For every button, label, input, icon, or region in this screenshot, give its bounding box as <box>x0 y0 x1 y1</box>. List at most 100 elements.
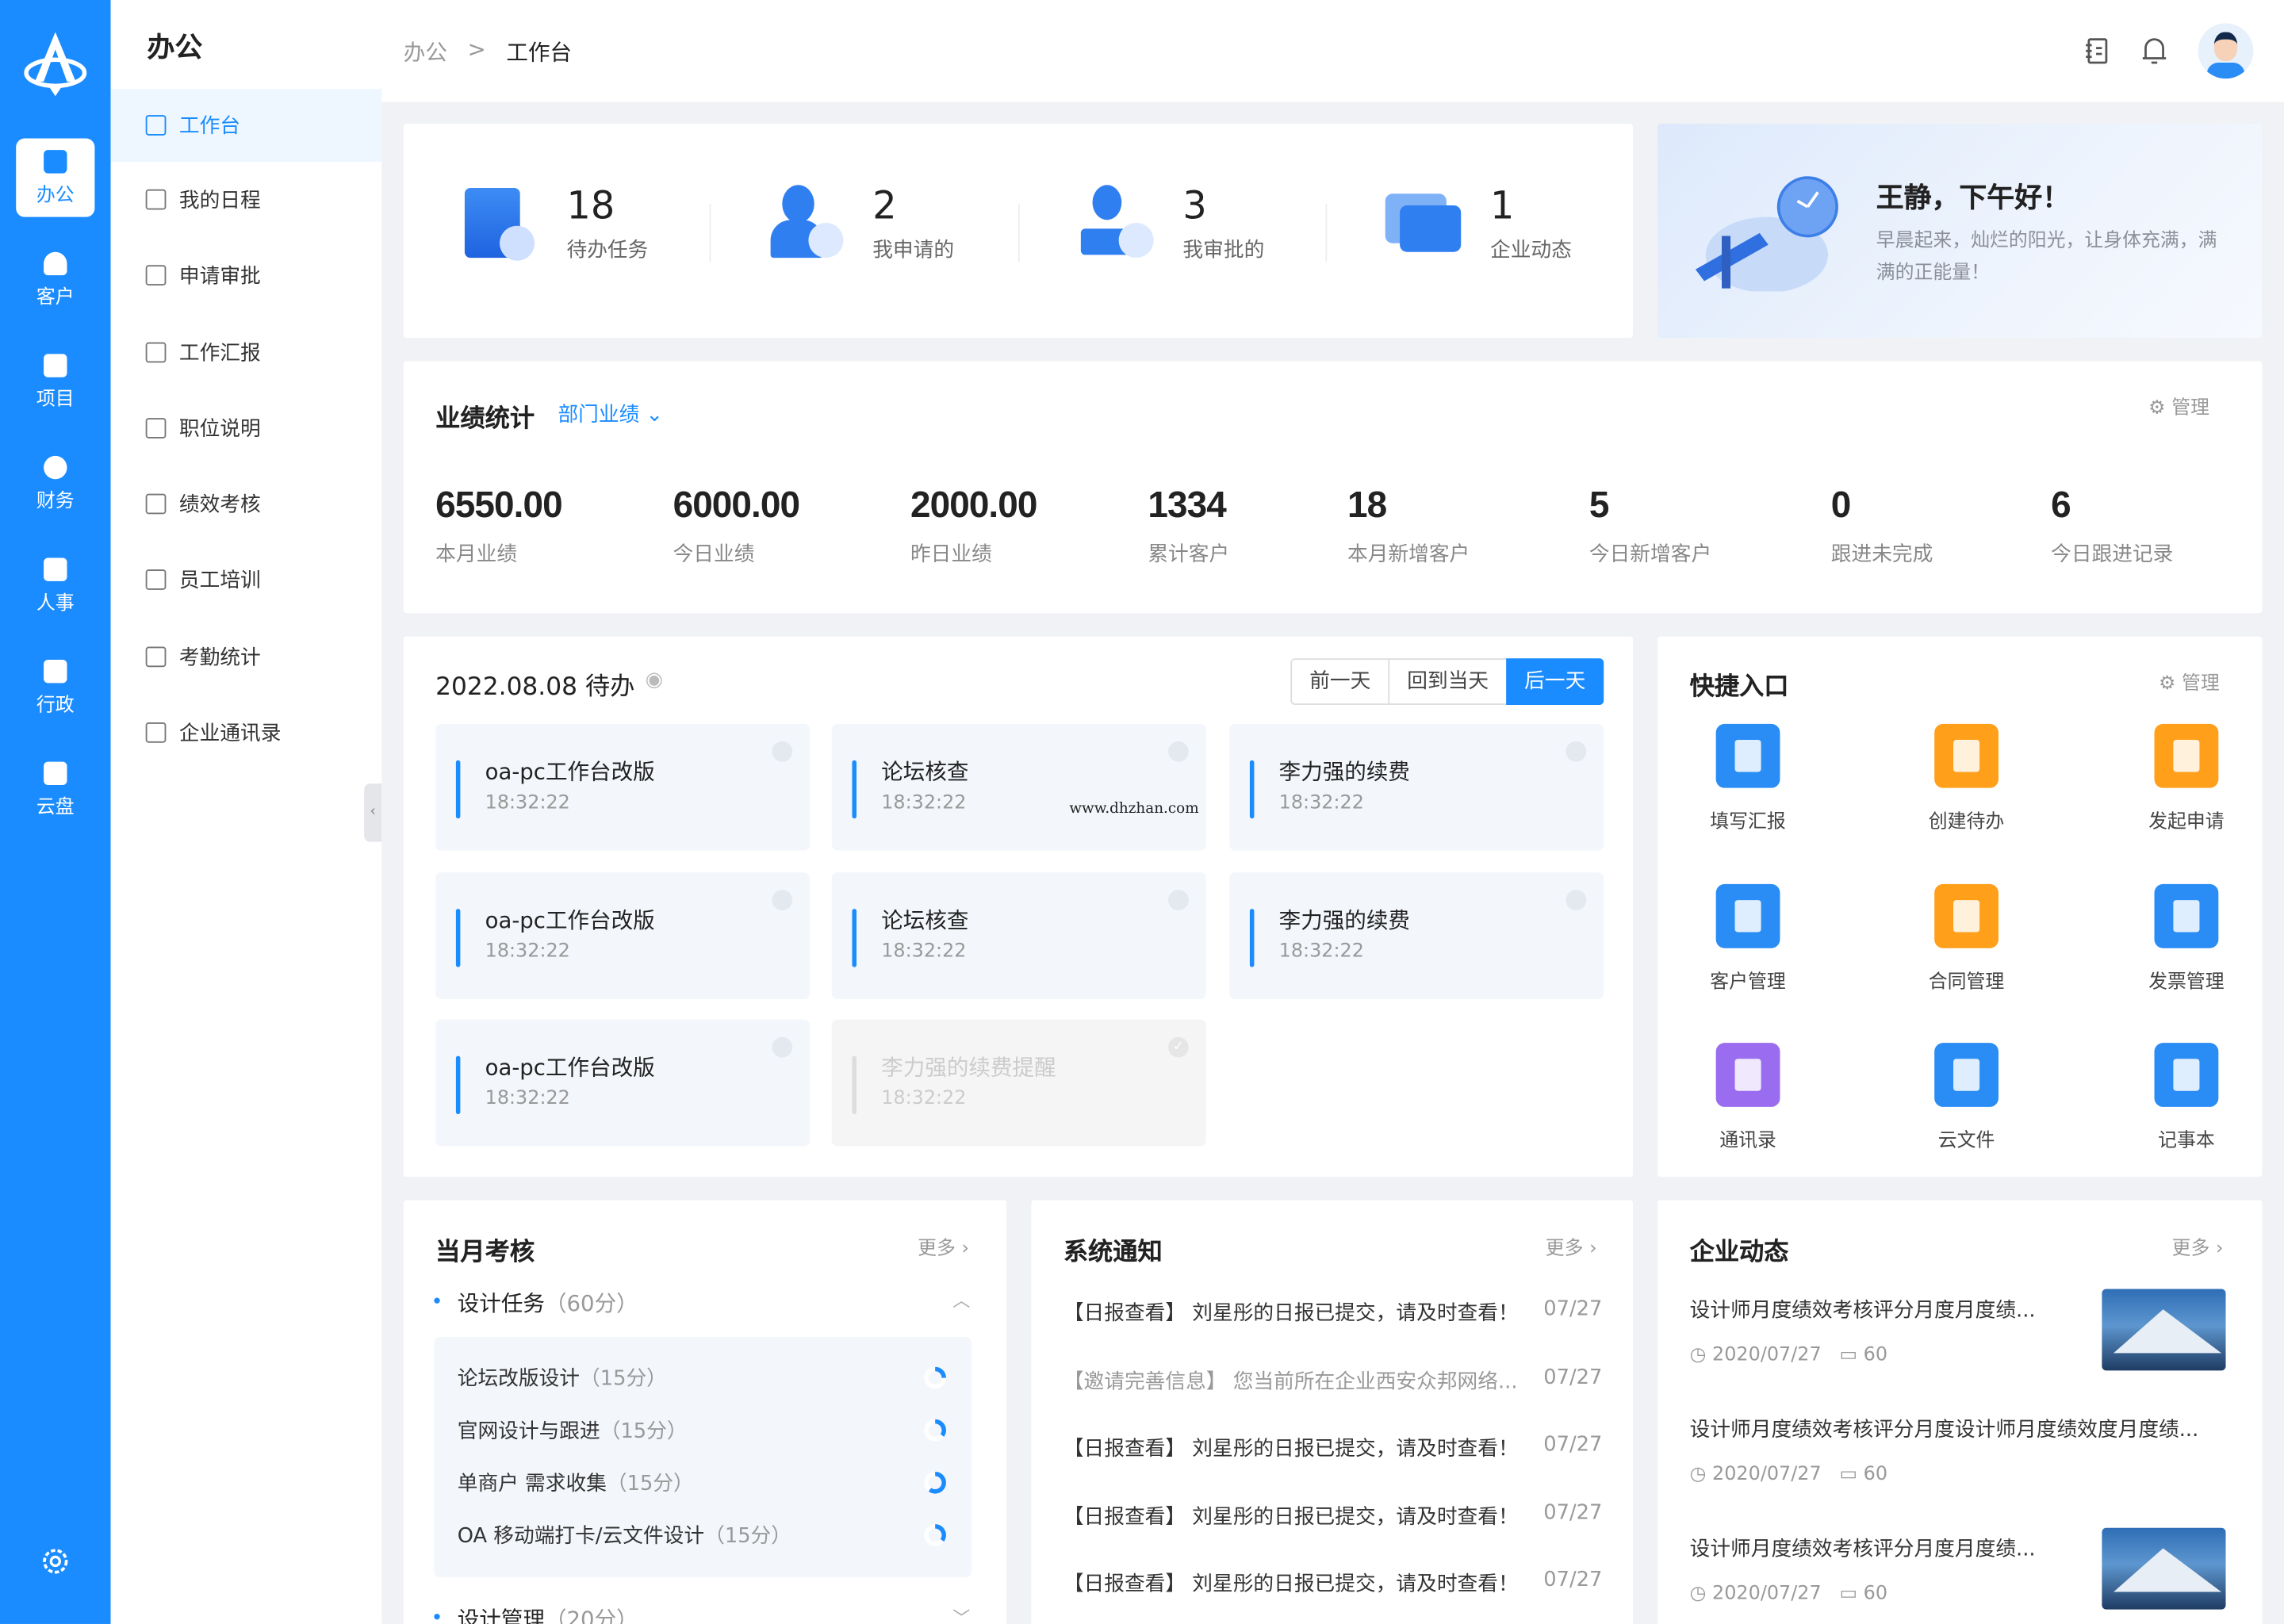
stat-company-news[interactable]: 1 企业动态 <box>1382 182 1572 267</box>
breadcrumb-office[interactable]: 办公 <box>404 36 447 67</box>
news-more-link[interactable]: 更多 › <box>2172 1232 2224 1260</box>
assessment-task[interactable]: OA 移动端打卡/云文件设计（15分） <box>458 1521 791 1550</box>
sidebar-item-report[interactable]: 工作汇报 <box>111 316 382 389</box>
quick-cloud-files[interactable]: 云文件 <box>1901 1043 2032 1152</box>
rail-item-customer[interactable]: 客户 <box>16 240 94 319</box>
quick-notepad[interactable]: 记事本 <box>2121 1043 2251 1152</box>
todo-item[interactable]: oa-pc工作台改版 18:32:22 <box>435 723 811 851</box>
todo-item-done[interactable]: 李力强的续费提醒 18:32:22 ✓ <box>831 1019 1206 1147</box>
sidebar-item-directory[interactable]: 企业通讯录 <box>111 696 382 769</box>
assessment-task[interactable]: 官网设计与跟进（15分） <box>458 1415 688 1445</box>
sidebar-item-position[interactable]: 职位说明 <box>111 392 382 465</box>
assessment-group-header[interactable]: 设计管理（20分） <box>458 1603 638 1624</box>
sidebar-item-attendance[interactable]: 考勤统计 <box>111 620 382 693</box>
breadcrumb-workbench: 工作台 <box>506 39 573 66</box>
quick-manage-button[interactable]: ⚙ 管理 <box>2159 667 2220 695</box>
todo-item[interactable]: 李力强的续费 18:32:22 <box>1229 872 1604 999</box>
top-header: 办公 > 工作台 <box>381 0 2284 102</box>
gear-icon: ⚙ <box>2159 672 2176 695</box>
performance-filter-dropdown[interactable]: 部门业绩 ⌄ <box>558 399 663 428</box>
settings-gear-icon[interactable] <box>40 1545 71 1577</box>
notice-item[interactable]: 【日报查看】 刘星彤的日报已提交，请及时查看！ 07/27 <box>1063 1502 1603 1531</box>
assessment-task[interactable]: 论坛改版设计（15分） <box>458 1363 667 1392</box>
stat-my-requests[interactable]: 2 我申请的 <box>765 182 954 267</box>
id-card-icon <box>145 418 167 439</box>
checkbox[interactable] <box>772 890 793 910</box>
notice-item[interactable]: 【日报查看】 刘星彤的日报已提交，请及时查看！ 07/27 <box>1063 1433 1603 1462</box>
notice-item[interactable]: 【邀请完善信息】 您当前所在企业西安众邦网络... 07/27 <box>1063 1366 1603 1396</box>
rail-item-hr[interactable]: 人事 <box>16 546 94 625</box>
greeting-card: 王静，下午好！ 早晨起来，灿烂的阳光，让身体充满，满满的正能量！ <box>1657 124 2263 339</box>
chart-doc-icon <box>145 569 167 590</box>
rail-item-project[interactable]: 项目 <box>16 343 94 421</box>
user-avatar[interactable] <box>2198 23 2254 79</box>
prev-day-button[interactable]: 前一天 <box>1290 658 1390 705</box>
rail-item-admin[interactable]: 行政 <box>16 648 94 726</box>
news-thumbnail-mountain[interactable] <box>2102 1527 2226 1610</box>
kpi-today-sales: 6000.00 今日业绩 <box>673 485 800 567</box>
notice-item[interactable]: 【日报查看】 刘星彤的日报已提交，请及时查看！ 07/27 <box>1063 1298 1603 1327</box>
sidebar-title: 办公 <box>147 32 203 64</box>
todo-item[interactable]: oa-pc工作台改版 18:32:22 <box>435 1019 811 1147</box>
stat-pending-tasks[interactable]: 18 待办任务 <box>459 182 648 267</box>
checkbox[interactable] <box>1168 741 1189 762</box>
performance-manage-button[interactable]: ⚙ 管理 <box>2148 392 2209 419</box>
checkbox[interactable] <box>1565 890 1587 910</box>
sidebar-item-performance[interactable]: 绩效考核 <box>111 468 382 541</box>
todo-item[interactable]: 论坛核查 18:32:22 <box>831 872 1206 999</box>
invoice-icon <box>2154 883 2219 948</box>
checkbox[interactable] <box>1565 741 1587 762</box>
checkbox[interactable] <box>1168 890 1189 910</box>
quick-start-request[interactable]: 发起申请 <box>2121 723 2251 833</box>
bullet-dot <box>434 1297 440 1304</box>
rail-item-finance[interactable]: 财务 <box>16 444 94 523</box>
checkbox[interactable] <box>772 1036 793 1058</box>
quick-create-todo[interactable]: 创建待办 <box>1901 723 2032 833</box>
news-thumbnail-mountain[interactable] <box>2102 1289 2226 1371</box>
quick-fill-report[interactable]: 填写汇报 <box>1682 723 1813 833</box>
performance-title: 业绩统计 <box>435 404 535 435</box>
next-day-button[interactable]: 后一天 <box>1506 658 1604 705</box>
quick-entry-card: 快捷入口 ⚙ 管理 填写汇报 创建待办 发起申请 客户管理 合同管理 发票管理 … <box>1657 636 2263 1178</box>
assessment-group-header[interactable]: 设计任务（60分） <box>458 1288 638 1319</box>
todo-item[interactable]: oa-pc工作台改版 18:32:22 <box>435 872 811 999</box>
news-item[interactable]: 设计师月度绩效考核评分月度设计师月度绩效度月度绩... ◷ 2020/07/27 … <box>1690 1414 2229 1485</box>
assessment-task[interactable]: 单商户 需求收集（15分） <box>458 1468 694 1497</box>
quick-invoice-management[interactable]: 发票管理 <box>2121 883 2251 994</box>
rail-item-cloud[interactable]: 云盘 <box>16 750 94 829</box>
sidebar-item-schedule[interactable]: 我的日程 <box>111 163 382 236</box>
todo-title: 2022.08.08 待办 <box>435 672 635 703</box>
chevron-down-icon[interactable]: ﹀ <box>952 1605 970 1624</box>
kpi-total-customers: 1334 累计客户 <box>1148 485 1230 567</box>
notice-more-link[interactable]: 更多 › <box>1546 1232 1597 1260</box>
sidebar-item-training[interactable]: 员工培训 <box>111 543 382 616</box>
sidebar-collapse-handle[interactable]: ‹ <box>364 783 382 842</box>
checked-icon[interactable]: ✓ <box>1168 1036 1189 1058</box>
back-to-today-button[interactable]: 回到当天 <box>1388 658 1508 705</box>
eye-icon[interactable]: ◉ <box>646 668 663 691</box>
divider <box>1017 204 1020 262</box>
gear-icon: ⚙ <box>2148 397 2166 419</box>
quick-entry-title: 快捷入口 <box>1689 672 1789 703</box>
sidebar-item-approval[interactable]: 申请审批 <box>111 239 382 312</box>
notice-item[interactable]: 【日报查看】 刘星彤的日报已提交，请及时查看！ 07/27 <box>1063 1568 1603 1598</box>
stat-my-approvals[interactable]: 3 我审批的 <box>1075 182 1264 267</box>
todo-item[interactable]: 论坛核查 18:32:22 www.dhzhan.com <box>831 723 1206 851</box>
bell-icon[interactable] <box>2140 35 2169 67</box>
chevron-up-icon[interactable]: ︿ <box>952 1288 970 1312</box>
quick-contacts[interactable]: 通讯录 <box>1682 1043 1813 1152</box>
report-icon <box>145 342 167 363</box>
news-item[interactable]: 设计师月度绩效考核评分月度月度绩... ◷ 2020/07/27 ▭ 60 <box>1690 1295 2069 1365</box>
sidebar-item-workbench[interactable]: 工作台 <box>110 89 382 162</box>
notebook-icon[interactable] <box>2083 36 2113 66</box>
assessment-more-link[interactable]: 更多 › <box>918 1232 969 1260</box>
todo-item[interactable]: 李力强的续费 18:32:22 <box>1229 723 1604 851</box>
news-item[interactable]: 设计师月度绩效考核评分月度月度绩... ◷ 2020/07/27 ▭ 60 <box>1690 1534 2069 1605</box>
stamp-clock-icon <box>1075 182 1160 267</box>
paper-plane-icon <box>1715 723 1780 788</box>
rail-item-office[interactable]: 办公 <box>16 138 95 217</box>
checkbox[interactable] <box>772 741 793 762</box>
quick-customer-management[interactable]: 客户管理 <box>1682 883 1813 994</box>
quick-contract-management[interactable]: 合同管理 <box>1901 883 2032 994</box>
progress-ring <box>924 1366 946 1389</box>
